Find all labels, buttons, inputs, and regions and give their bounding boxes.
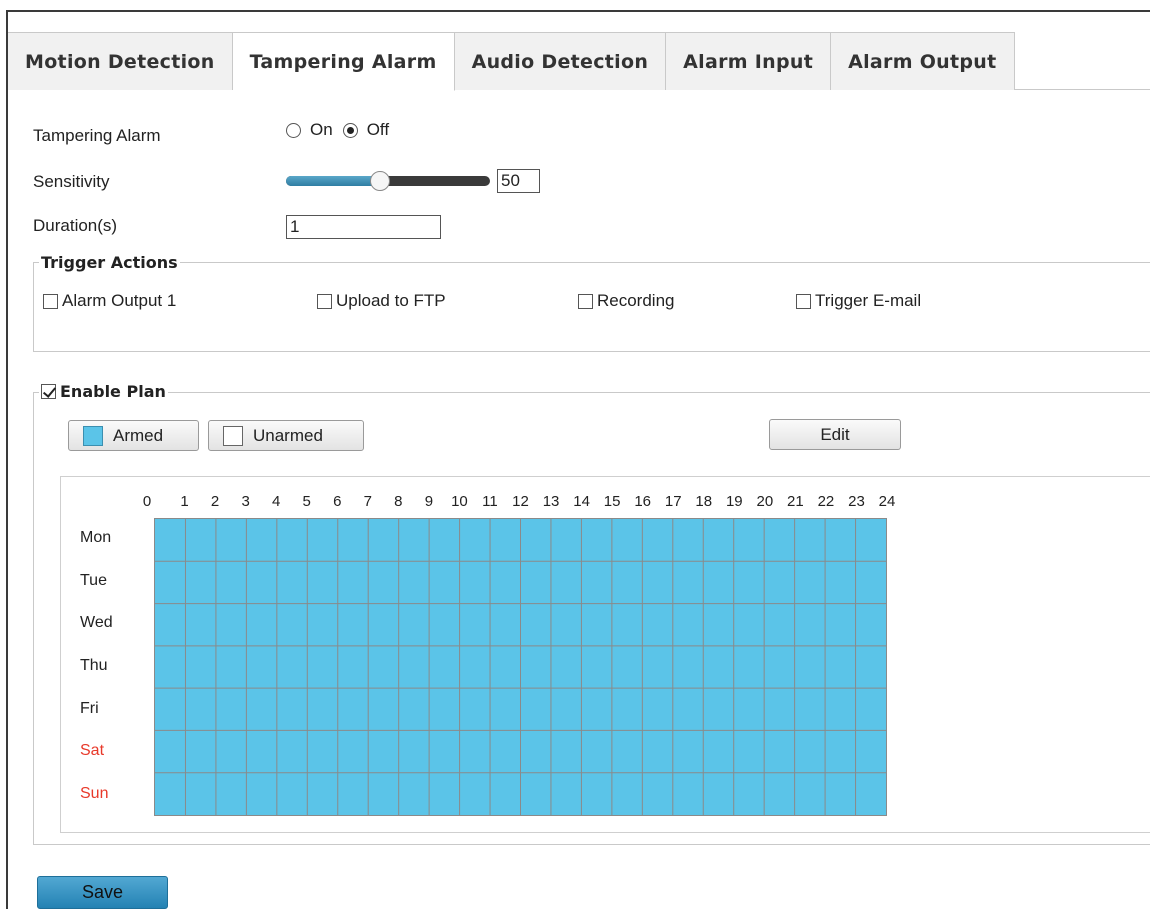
trigger-actions-legend: Trigger Actions [39,253,180,272]
alarm-output-1-label: Alarm Output 1 [62,291,177,310]
hour-label: 20 [756,493,774,510]
edit-button[interactable]: Edit [769,419,901,450]
sensitivity-slider[interactable] [286,171,490,191]
tab-alarm-input[interactable]: Alarm Input [666,32,832,90]
hour-label: 2 [210,493,220,510]
hour-label: 1 [180,493,189,510]
sensitivity-input[interactable]: 50 [497,169,540,193]
hour-label: 5 [302,493,311,510]
duration-input[interactable]: 1 [286,215,441,239]
off-radio[interactable] [342,122,358,138]
hour-label: 9 [424,493,434,510]
hour-label: 3 [241,493,250,510]
tampering-alarm-label: Tampering Alarm [33,126,161,145]
upload-ftp-label: Upload to FTP [336,291,446,310]
edit-label: Edit [820,424,850,444]
enable-plan-label: Enable Plan [60,382,166,401]
hour-label: 21 [787,493,804,510]
tab-bar: Motion Detection Tampering Alarm Audio D… [8,32,1150,91]
hour-label: 12 [512,493,529,510]
armed-button[interactable]: Armed [68,420,199,451]
trigger-email-label: Trigger E-mail [815,291,922,310]
on-radio[interactable] [286,122,301,138]
trigger-email-checkbox[interactable] [796,293,811,309]
tab-motion-detection[interactable]: Motion Detection [8,32,233,90]
slider-handle[interactable] [370,171,390,191]
hour-label: 19 [725,493,743,510]
day-label-mon: Mon [80,529,112,547]
hour-label: 13 [542,493,560,510]
day-label-wed: Wed [80,614,113,632]
hour-label: 6 [333,493,342,510]
duration-label: Duration(s) [33,216,118,235]
day-label-fri: Fri [80,699,99,717]
unarmed-label: Unarmed [253,425,323,445]
armed-swatch [83,425,103,446]
recording-checkbox[interactable] [578,293,593,309]
day-label-sat: Sat [80,742,105,760]
tampering-alarm-radio-group: On Off [286,120,393,140]
hour-label: 0 [142,493,152,510]
unarmed-button[interactable]: Unarmed [208,420,364,451]
hour-label: 7 [363,493,372,510]
enable-plan-checkbox[interactable] [41,384,56,399]
schedule-grid[interactable] [154,518,887,816]
unarmed-swatch [223,425,243,446]
hour-label: 22 [817,493,835,510]
off-label: Off [366,120,390,139]
armed-label: Armed [113,425,164,445]
on-label: On [310,120,333,139]
hour-label: 24 [878,493,896,510]
hour-label: 10 [451,493,468,510]
hour-label: 11 [482,493,498,510]
tab-audio-detection[interactable]: Audio Detection [454,32,667,90]
alarm-output-1-option[interactable]: Alarm Output 1 [43,291,176,311]
hour-label: 18 [695,493,713,510]
hour-label: 17 [664,493,682,510]
tab-tampering-alarm[interactable]: Tampering Alarm [232,32,455,91]
schedule-grid-lines [155,519,886,815]
hour-label: 4 [271,493,281,510]
recording-option[interactable]: Recording [578,291,675,311]
tab-alarm-output[interactable]: Alarm Output [831,32,1015,90]
hour-label: 14 [573,493,590,510]
day-label-thu: Thu [80,657,108,674]
recording-label: Recording [597,291,675,310]
alarm-output-1-checkbox[interactable] [43,293,58,309]
trigger-email-option[interactable]: Trigger E-mail [796,291,921,311]
hour-label: 8 [394,493,403,510]
hour-label: 23 [848,493,865,510]
save-button[interactable]: Save [37,876,168,909]
upload-ftp-checkbox[interactable] [317,293,332,309]
day-label-tue: Tue [80,571,107,589]
upload-ftp-option[interactable]: Upload to FTP [317,291,446,311]
hour-label: 16 [634,493,651,510]
sensitivity-label: Sensitivity [33,172,110,191]
day-label-sun: Sun [80,784,109,802]
enable-plan-legend[interactable]: Enable Plan [39,382,168,401]
hour-label: 15 [603,493,621,510]
slider-fill [286,176,380,186]
